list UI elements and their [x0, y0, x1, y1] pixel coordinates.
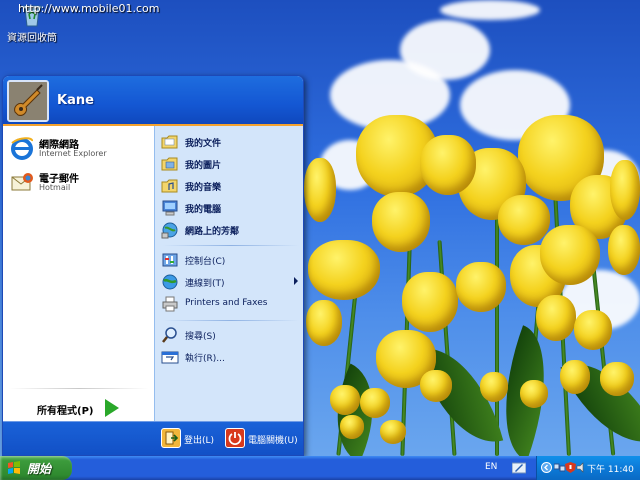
- run-icon: [161, 348, 179, 366]
- computer-icon: [161, 199, 179, 217]
- menu-item-network-places[interactable]: 網路上的芳鄰: [159, 220, 303, 240]
- start-menu: Kane 網際網路 Internet Explorer 電子郵件 Hotmail…: [2, 75, 304, 456]
- language-indicator[interactable]: EN: [485, 462, 497, 472]
- tulip-flower: [420, 135, 476, 195]
- tulip-flower: [560, 360, 590, 394]
- menu-item-label: 網路上的芳鄰: [185, 227, 240, 237]
- tulip-flower: [402, 272, 458, 332]
- menu-item-label: Printers and Faxes: [185, 298, 268, 308]
- menu-item-label: 連線到(T): [185, 279, 225, 289]
- menu-item-label: 我的電腦: [185, 205, 222, 215]
- control-panel-icon: [161, 251, 179, 269]
- taskbar: 開始 EN 下午 11:40: [0, 456, 640, 480]
- tulip-flower: [308, 240, 380, 300]
- tulip-flower: [372, 192, 430, 252]
- menu-item-label: 控制台(C): [185, 257, 226, 267]
- menu-item-label: 搜尋(S): [185, 332, 216, 342]
- search-icon: [161, 326, 179, 344]
- network-icon: [161, 221, 179, 239]
- shutdown-button[interactable]: 電腦關機(U): [225, 428, 303, 450]
- tulip-flower: [610, 160, 640, 220]
- menu-item-label: 我的圖片: [185, 161, 222, 171]
- menu-item-label: 我的音樂: [185, 183, 222, 193]
- start-menu-footer: 登出(L) 電腦關機(U): [3, 421, 303, 455]
- menu-item-run[interactable]: 執行(R)...: [159, 347, 303, 367]
- watermark-text: http://www.mobile01.com: [18, 2, 160, 15]
- pinned-internet-explorer[interactable]: 網際網路 Internet Explorer: [7, 132, 152, 164]
- cloud: [440, 0, 540, 20]
- windows-logo-icon: [7, 461, 21, 475]
- menu-item-my-documents[interactable]: 我的文件: [159, 132, 303, 152]
- menu-item-my-computer[interactable]: 我的電腦: [159, 198, 303, 218]
- tulip-flower: [608, 225, 640, 275]
- pen-icon[interactable]: [511, 461, 527, 474]
- tulip-flower: [536, 295, 576, 341]
- tulip-flower: [574, 310, 612, 350]
- start-label: 開始: [27, 462, 52, 476]
- all-programs-button[interactable]: 所有程式(P): [3, 393, 154, 423]
- start-button[interactable]: 開始: [0, 456, 72, 480]
- user-name: Kane: [57, 93, 94, 108]
- chevron-left-icon[interactable]: [541, 462, 552, 473]
- start-menu-left-pane: 網際網路 Internet Explorer 電子郵件 Hotmail 所有程式…: [3, 126, 154, 423]
- tulip-flower: [456, 262, 506, 312]
- shutdown-label: 電腦關機(U): [248, 436, 298, 446]
- network-status-icon[interactable]: [553, 462, 566, 473]
- chevron-right-icon: [294, 277, 298, 285]
- tulip-flower: [420, 370, 452, 402]
- start-menu-right-pane: 我的文件 我的圖片 我的音樂 我的電腦 網路上的芳鄰 控制台(C) 連線到(T): [154, 126, 303, 423]
- tulip-flower: [306, 300, 342, 346]
- power-icon: [225, 428, 245, 448]
- menu-item-control-panel[interactable]: 控制台(C): [159, 250, 303, 270]
- green-arrow-icon: [105, 399, 119, 417]
- folder-icon: [161, 133, 179, 151]
- avatar[interactable]: [7, 80, 49, 122]
- tulip-flower: [520, 380, 548, 408]
- security-alert-icon[interactable]: [565, 462, 576, 473]
- desktop-icon-label: 資源回收筒: [7, 33, 57, 44]
- menu-item-printers-faxes[interactable]: Printers and Faxes: [159, 294, 303, 314]
- menu-item-my-pictures[interactable]: 我的圖片: [159, 154, 303, 174]
- cloud: [400, 20, 490, 80]
- pinned-email[interactable]: 電子郵件 Hotmail: [7, 166, 152, 198]
- menu-item-label: 我的文件: [185, 139, 222, 149]
- system-tray: 下午 11:40: [536, 456, 640, 480]
- divider: [9, 388, 149, 389]
- folder-icon: [161, 177, 179, 195]
- logoff-icon: [161, 428, 181, 448]
- tulip-flower: [360, 388, 390, 418]
- menu-item-connect-to[interactable]: 連線到(T): [159, 272, 303, 292]
- all-programs-label: 所有程式(P): [37, 406, 94, 417]
- logoff-label: 登出(L): [184, 436, 215, 446]
- tulip-flower: [600, 362, 634, 396]
- tulip-flower: [540, 225, 600, 285]
- menu-item-label: 執行(R)...: [185, 354, 225, 364]
- logoff-button[interactable]: 登出(L): [161, 428, 221, 450]
- tulip-flower: [304, 158, 336, 222]
- clock[interactable]: 下午 11:40: [587, 462, 634, 475]
- connect-icon: [161, 273, 179, 291]
- tulip-flower: [340, 415, 364, 439]
- divider: [163, 320, 299, 321]
- start-menu-header: Kane: [3, 76, 303, 126]
- pinned-subtitle: Internet Explorer: [39, 149, 107, 158]
- printer-icon: [161, 295, 179, 313]
- tulip-flower: [498, 195, 550, 245]
- tulip-flower: [380, 420, 406, 444]
- menu-item-my-music[interactable]: 我的音樂: [159, 176, 303, 196]
- volume-icon[interactable]: [576, 462, 587, 473]
- internet-explorer-icon: [9, 135, 35, 161]
- guitar-icon: [9, 82, 47, 120]
- divider: [163, 245, 299, 246]
- tulip-flower: [330, 385, 360, 415]
- tulip-flower: [480, 372, 508, 402]
- pinned-subtitle: Hotmail: [39, 183, 71, 192]
- folder-icon: [161, 155, 179, 173]
- email-icon: [9, 169, 35, 195]
- menu-item-search[interactable]: 搜尋(S): [159, 325, 303, 345]
